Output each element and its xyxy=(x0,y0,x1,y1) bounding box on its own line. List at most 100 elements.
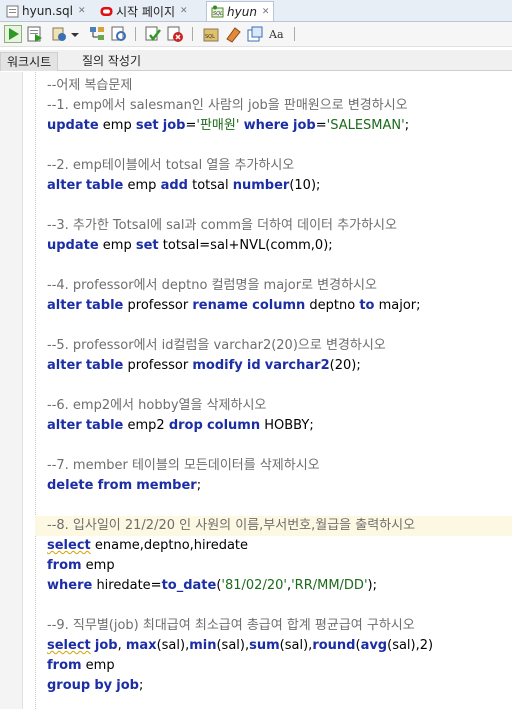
tab-hyun-sql[interactable]: hyun.sql ✕ xyxy=(2,2,89,20)
code-token: job xyxy=(116,678,139,693)
code-line[interactable]: --2. emp테이블에서 totsal 열을 추가하시오 xyxy=(47,156,512,176)
commit-icon[interactable] xyxy=(144,25,162,43)
blank-line[interactable] xyxy=(47,436,512,456)
code-token: column xyxy=(206,418,261,433)
code-token: alter xyxy=(47,418,82,433)
tab-query-builder[interactable]: 질의 작성기 xyxy=(76,52,147,70)
tab-start-page[interactable]: 시작 페이지 ✕ xyxy=(96,2,192,20)
code-line[interactable]: --1. emp에서 salesman인 사람의 job을 판매원으로 변경하시… xyxy=(47,96,512,116)
code-token: professor xyxy=(123,358,193,373)
code-token: 20 xyxy=(334,358,352,373)
code-line[interactable]: alter table emp add totsal number(10); xyxy=(47,176,512,196)
svg-text:Aa: Aa xyxy=(268,28,284,41)
run-script-icon[interactable] xyxy=(26,25,44,43)
code-token: round xyxy=(312,638,356,653)
code-line[interactable]: update emp set totsal=sal+NVL(comm,0); xyxy=(47,236,512,256)
worksheet-subtabs: 워크시트 질의 작성기 xyxy=(0,50,512,71)
code-token: select xyxy=(47,538,91,553)
code-area[interactable]: --어제 복습문제 --1. emp에서 salesman인 사람의 job을 판… xyxy=(35,76,512,696)
code-line[interactable]: group by job; xyxy=(47,676,512,696)
code-line[interactable]: --6. emp2에서 hobby열을 삭제하시오 xyxy=(47,396,512,416)
tab-worksheet[interactable]: 워크시트 xyxy=(0,52,59,71)
code-line[interactable]: --4. professor에서 deptno 컬럼명을 major로 변경하시… xyxy=(47,276,512,296)
code-token: id xyxy=(246,358,261,373)
sql-editor[interactable]: --어제 복습문제 --1. emp에서 salesman인 사람의 job을 판… xyxy=(0,72,512,709)
blank-line[interactable] xyxy=(47,256,512,276)
code-token: max xyxy=(125,638,157,653)
code-token: HOBBY; xyxy=(260,418,314,433)
code-token: deptno xyxy=(305,298,360,313)
code-token: --7. member 테이블의 모든데이터를 삭제하시오 xyxy=(47,458,320,473)
code-token: sum xyxy=(249,638,280,653)
code-line[interactable]: --5. professor에서 id컬럼을 varchar2(20)으로 변경… xyxy=(47,336,512,356)
code-token: avg xyxy=(360,638,388,653)
close-tab-icon[interactable]: ✕ xyxy=(180,6,188,16)
autotrace-icon[interactable] xyxy=(50,25,68,43)
code-line[interactable]: alter table professor modify id varchar2… xyxy=(47,356,512,376)
code-line[interactable]: select ename,deptno,hiredate xyxy=(47,536,512,556)
code-token: where xyxy=(243,118,289,133)
code-token: 10 xyxy=(294,178,311,193)
code-line[interactable]: --7. member 테이블의 모든데이터를 삭제하시오 xyxy=(47,456,512,476)
code-token: ; xyxy=(196,478,202,493)
sql-tuning-icon[interactable] xyxy=(110,25,128,43)
code-line[interactable]: --8. 입사일이 21/2/20 인 사원의 이름,부서번호,월급을 출력하시… xyxy=(35,516,512,536)
code-token: job xyxy=(293,118,316,133)
code-line[interactable]: select job, max(sal),min(sal),sum(sal),r… xyxy=(47,636,512,656)
code-line[interactable]: alter table emp2 drop column HOBBY; xyxy=(47,416,512,436)
code-line[interactable]: update emp set job='판매원' where job='SALE… xyxy=(47,116,512,136)
code-token: 0 xyxy=(314,238,324,253)
code-token: --어제 복습문제 xyxy=(47,78,133,93)
code-token: (sal), xyxy=(279,638,313,653)
code-token: table xyxy=(85,358,124,373)
toolbar-separator xyxy=(135,27,136,41)
code-line[interactable]: where hiredate=to_date('81/02/20','RR/MM… xyxy=(47,576,512,596)
code-token: ) xyxy=(428,638,434,653)
close-tab-icon[interactable]: ✕ xyxy=(262,7,270,17)
code-token: (sal), xyxy=(216,638,250,653)
code-token: 'RR/MM/DD' xyxy=(291,578,368,593)
code-token: emp xyxy=(81,558,115,573)
code-token: totsal=sal+NVL(comm, xyxy=(158,238,315,253)
code-line[interactable]: --어제 복습문제 xyxy=(47,76,512,96)
blank-line[interactable] xyxy=(47,196,512,216)
code-token: set xyxy=(135,238,159,253)
line-gutter xyxy=(0,72,23,709)
code-token: group xyxy=(47,678,91,693)
clear-icon[interactable] xyxy=(224,25,242,43)
toolbar-separator xyxy=(192,27,193,41)
code-token: from xyxy=(47,558,82,573)
code-token: ); xyxy=(310,178,321,193)
case-icon[interactable]: Aa xyxy=(268,25,286,43)
dropdown-arrow-icon[interactable] xyxy=(70,25,80,43)
format-icon[interactable] xyxy=(246,25,264,43)
blank-line[interactable] xyxy=(47,316,512,336)
code-line[interactable]: --3. 추가한 Totsal에 sal과 comm을 더하여 데이터 추가하시… xyxy=(47,216,512,236)
blank-line[interactable] xyxy=(47,136,512,156)
code-token: emp xyxy=(123,178,161,193)
code-token: update xyxy=(47,118,99,133)
explain-plan-icon[interactable] xyxy=(88,25,106,43)
code-line[interactable]: delete from member; xyxy=(47,476,512,496)
code-token: delete xyxy=(47,478,94,493)
code-line[interactable]: alter table professor rename column dept… xyxy=(47,296,512,316)
worksheet-toolbar: SQL Aa xyxy=(0,22,512,47)
fold-gutter xyxy=(23,72,36,709)
code-token: --6. emp2에서 hobby열을 삭제하시오 xyxy=(47,398,267,413)
run-statement-icon[interactable] xyxy=(4,25,22,43)
code-token: set xyxy=(135,118,159,133)
code-token: where xyxy=(47,578,93,593)
rollback-icon[interactable] xyxy=(166,25,184,43)
tab-hyun[interactable]: SQL hyun ✕ xyxy=(206,1,275,21)
blank-line[interactable] xyxy=(47,596,512,616)
code-line[interactable]: from emp xyxy=(47,556,512,576)
code-token: (sal), xyxy=(156,638,190,653)
code-token: modify xyxy=(192,358,243,373)
blank-line[interactable] xyxy=(47,496,512,516)
code-token: from xyxy=(97,478,133,493)
blank-line[interactable] xyxy=(47,376,512,396)
close-tab-icon[interactable]: ✕ xyxy=(78,6,86,16)
code-line[interactable]: from emp xyxy=(47,656,512,676)
code-line[interactable]: --9. 직무별(job) 최대급여 최소급여 총급여 합계 평균급여 구하시오 xyxy=(47,616,512,636)
sql-history-icon[interactable]: SQL xyxy=(202,25,220,43)
